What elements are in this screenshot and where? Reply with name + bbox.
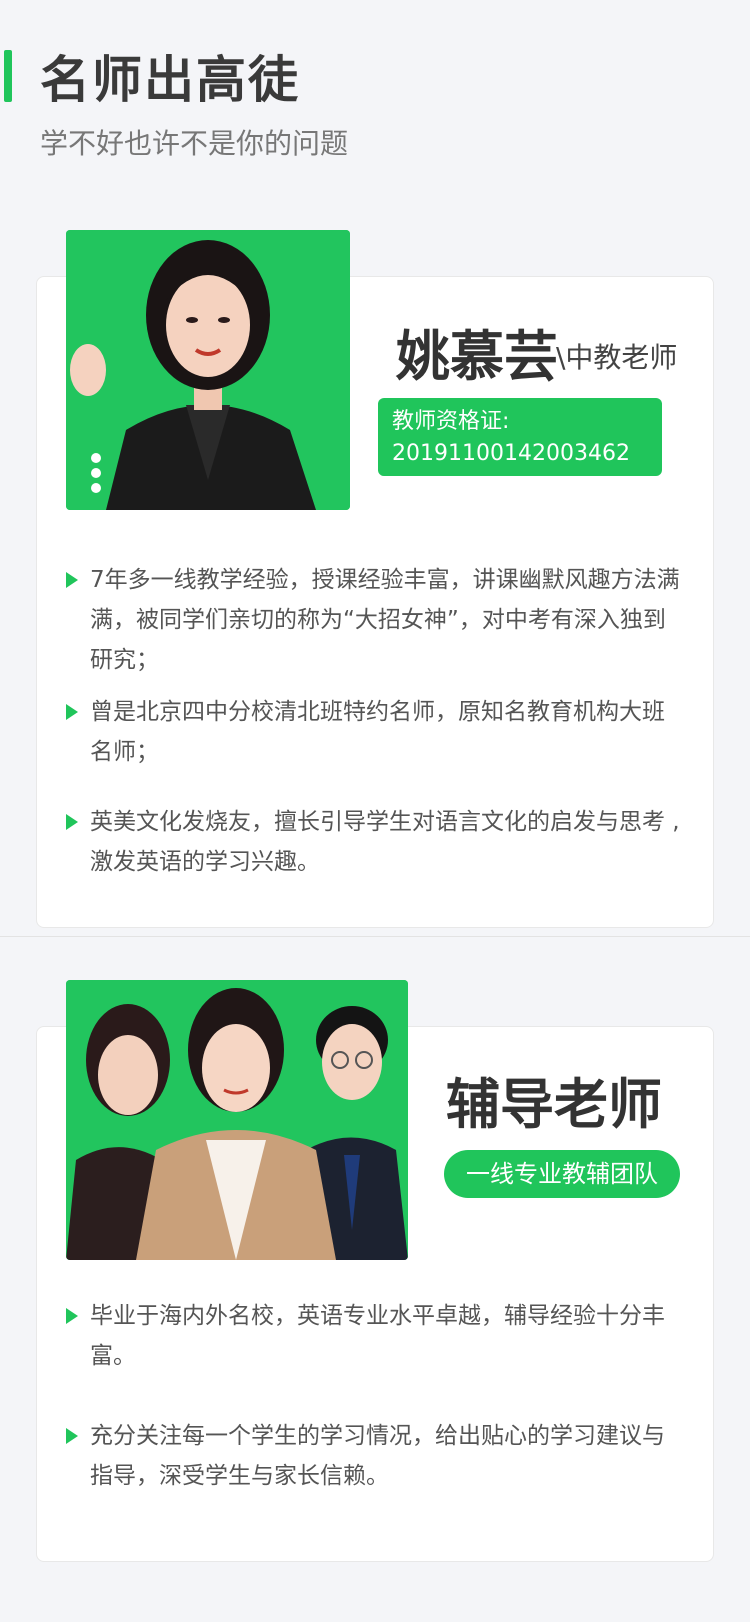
certificate-label: 教师资格证: <box>392 409 510 434</box>
bullet-triangle-icon <box>66 704 78 720</box>
section-divider <box>0 936 750 937</box>
page-title: 名师出高徒 <box>40 51 300 109</box>
title-accent-bar <box>4 50 12 102</box>
page: 名师出高徒 学不好也许不是你的问题 姚慕芸 \中教老师 教师资格证: 20191… <box>0 0 750 1622</box>
teacher-photo <box>66 230 350 510</box>
certificate-badge: 教师资格证: 20191100142003462 <box>378 398 662 476</box>
bullet-triangle-icon <box>66 814 78 830</box>
bullet-triangle-icon <box>66 572 78 588</box>
team-badge: 一线专业教辅团队 <box>444 1150 680 1198</box>
page-subtitle: 学不好也许不是你的问题 <box>40 127 349 160</box>
teacher-name: 姚慕芸 <box>396 325 558 388</box>
bullet-triangle-icon <box>66 1428 78 1444</box>
bullet-triangle-icon <box>66 1308 78 1324</box>
tutors-title: 辅导老师 <box>446 1073 662 1136</box>
certificate-number: 20191100142003462 <box>392 441 630 466</box>
tutors-photo <box>66 980 408 1260</box>
teacher-role: \中教老师 <box>556 341 678 374</box>
